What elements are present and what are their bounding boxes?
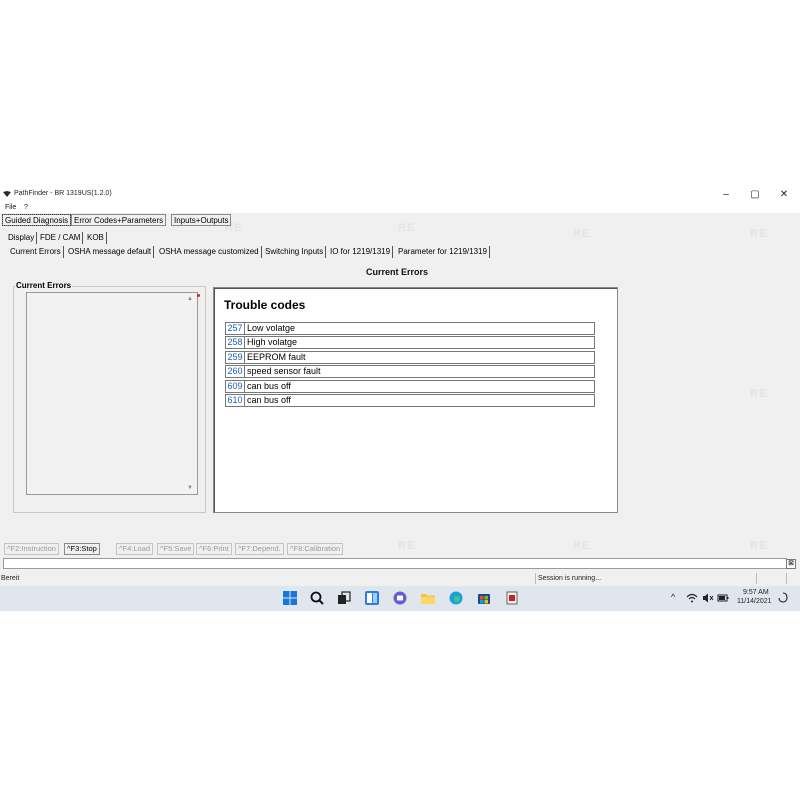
- windows-start-icon[interactable]: [282, 590, 298, 606]
- watermark: RE: [573, 228, 591, 240]
- tab-osha-message-customized[interactable]: OSHA message customized: [157, 246, 262, 258]
- trouble-code-row[interactable]: 258 High volatge: [225, 336, 595, 349]
- f3-stop-button[interactable]: ^F3:Stop: [64, 543, 100, 555]
- notification-icon[interactable]: [777, 592, 789, 604]
- menu-file[interactable]: File: [5, 203, 16, 213]
- tab-guided-diagnosis[interactable]: Guided Diagnosis: [2, 214, 72, 226]
- status-divider: [535, 573, 536, 584]
- trouble-code-row[interactable]: 260 speed sensor fault: [225, 365, 595, 378]
- f5-save-button[interactable]: ^F5:Save: [157, 543, 195, 555]
- status-bar: [0, 573, 800, 584]
- tab-display[interactable]: Display: [6, 232, 38, 244]
- tray-chevron-icon[interactable]: ^: [671, 592, 675, 602]
- trouble-code-row[interactable]: 610 can bus off: [225, 394, 595, 407]
- current-errors-list[interactable]: [26, 292, 198, 495]
- progress-close-button[interactable]: ⊠: [786, 559, 796, 569]
- status-divider: [786, 573, 787, 584]
- trouble-code-row[interactable]: 257 Low volatge: [225, 322, 595, 335]
- trouble-code-number: 260: [226, 366, 245, 377]
- tab-fde-cam[interactable]: FDE / CAM: [38, 232, 84, 244]
- tab-error-codes-parameters[interactable]: Error Codes+Parameters: [71, 214, 167, 226]
- application-window: RE RE RE RE RE RE RE RE RE PathFinder - …: [0, 186, 800, 586]
- widgets-icon[interactable]: [364, 590, 380, 606]
- tab-switching-inputs[interactable]: Switching Inputs: [263, 246, 327, 258]
- app-logo-icon: [3, 191, 11, 197]
- status-divider: [756, 573, 757, 584]
- trouble-code-description: can bus off: [247, 381, 291, 391]
- f8-calibration-button[interactable]: ^F8:Calibration: [287, 543, 344, 555]
- trouble-code-description: EEPROM fault: [247, 352, 306, 362]
- task-view-icon[interactable]: [336, 590, 352, 606]
- close-button[interactable]: ✕: [770, 187, 798, 202]
- status-session-text: Session is running...: [538, 575, 602, 582]
- tab-parameter-1219-1319[interactable]: Parameter for 1219/1319: [396, 246, 490, 258]
- tab-inputs-outputs[interactable]: Inputs+Outputs: [171, 214, 232, 226]
- store-icon[interactable]: [476, 590, 492, 606]
- watermark: RE: [750, 388, 768, 400]
- file-explorer-icon[interactable]: [420, 590, 436, 606]
- trouble-code-number: 609: [226, 381, 245, 392]
- status-ready-text: Bereit: [1, 575, 20, 582]
- f2-instruction-button[interactable]: ^F2:Instruction: [4, 543, 59, 555]
- title-bar[interactable]: PathFinder - BR 1319US(1.2.0) – ▢ ✕: [0, 186, 800, 203]
- trouble-code-description: can bus off: [247, 395, 291, 405]
- menu-help[interactable]: ?: [24, 203, 28, 213]
- watermark: RE: [750, 540, 768, 552]
- f4-load-button[interactable]: ^F4:Load: [116, 543, 154, 555]
- menu-bar: File ?: [0, 203, 800, 213]
- minimize-button[interactable]: –: [712, 187, 740, 202]
- trouble-code-row[interactable]: 609 can bus off: [225, 380, 595, 393]
- trouble-codes-title: Trouble codes: [224, 298, 306, 312]
- volume-muted-icon[interactable]: [702, 592, 714, 604]
- trouble-code-row[interactable]: 259 EEPROM fault: [225, 351, 595, 364]
- groupbox-label: Current Errors: [15, 281, 73, 290]
- tab-io-1219-1319[interactable]: IO for 1219/1319: [328, 246, 394, 258]
- clock-time[interactable]: 9:57 AM: [743, 589, 769, 596]
- trouble-code-description: Low volatge: [247, 323, 296, 333]
- pathfinder-app-icon[interactable]: [504, 590, 520, 606]
- clock-date[interactable]: 11/14/2021: [737, 598, 772, 605]
- scroll-down-icon[interactable]: ▼: [187, 485, 193, 491]
- trouble-code-number: 259: [226, 352, 245, 363]
- trouble-code-number: 610: [226, 395, 245, 406]
- error-indicator-dot: [197, 294, 200, 297]
- tab-osha-message-default[interactable]: OSHA message default: [66, 246, 155, 258]
- progress-bar: [3, 558, 787, 569]
- section-title: Current Errors: [366, 267, 429, 277]
- watermark: RE: [750, 228, 768, 240]
- tab-kob[interactable]: KOB: [85, 232, 107, 244]
- search-icon[interactable]: [309, 590, 325, 606]
- tab-current-errors[interactable]: Current Errors: [8, 246, 64, 258]
- wifi-icon[interactable]: [686, 592, 698, 604]
- battery-icon[interactable]: [717, 592, 729, 604]
- maximize-button[interactable]: ▢: [741, 187, 769, 202]
- trouble-code-number: 257: [226, 323, 245, 334]
- trouble-code-number: 258: [226, 337, 245, 348]
- chat-icon[interactable]: [392, 590, 408, 606]
- watermark: RE: [398, 222, 416, 234]
- f7-depend-button[interactable]: ^F7:Depend.: [235, 543, 284, 555]
- watermark: RE: [573, 540, 591, 552]
- window-title: PathFinder - BR 1319US(1.2.0): [14, 190, 112, 197]
- f6-print-button[interactable]: ^F6:Print: [196, 543, 232, 555]
- watermark: RE: [398, 540, 416, 552]
- trouble-code-description: High volatge: [247, 337, 298, 347]
- scroll-up-icon[interactable]: ▲: [187, 296, 193, 302]
- trouble-code-description: speed sensor fault: [247, 366, 321, 376]
- edge-icon[interactable]: [448, 590, 464, 606]
- taskbar: ^ 9:57 AM 11/14/2021: [0, 586, 800, 611]
